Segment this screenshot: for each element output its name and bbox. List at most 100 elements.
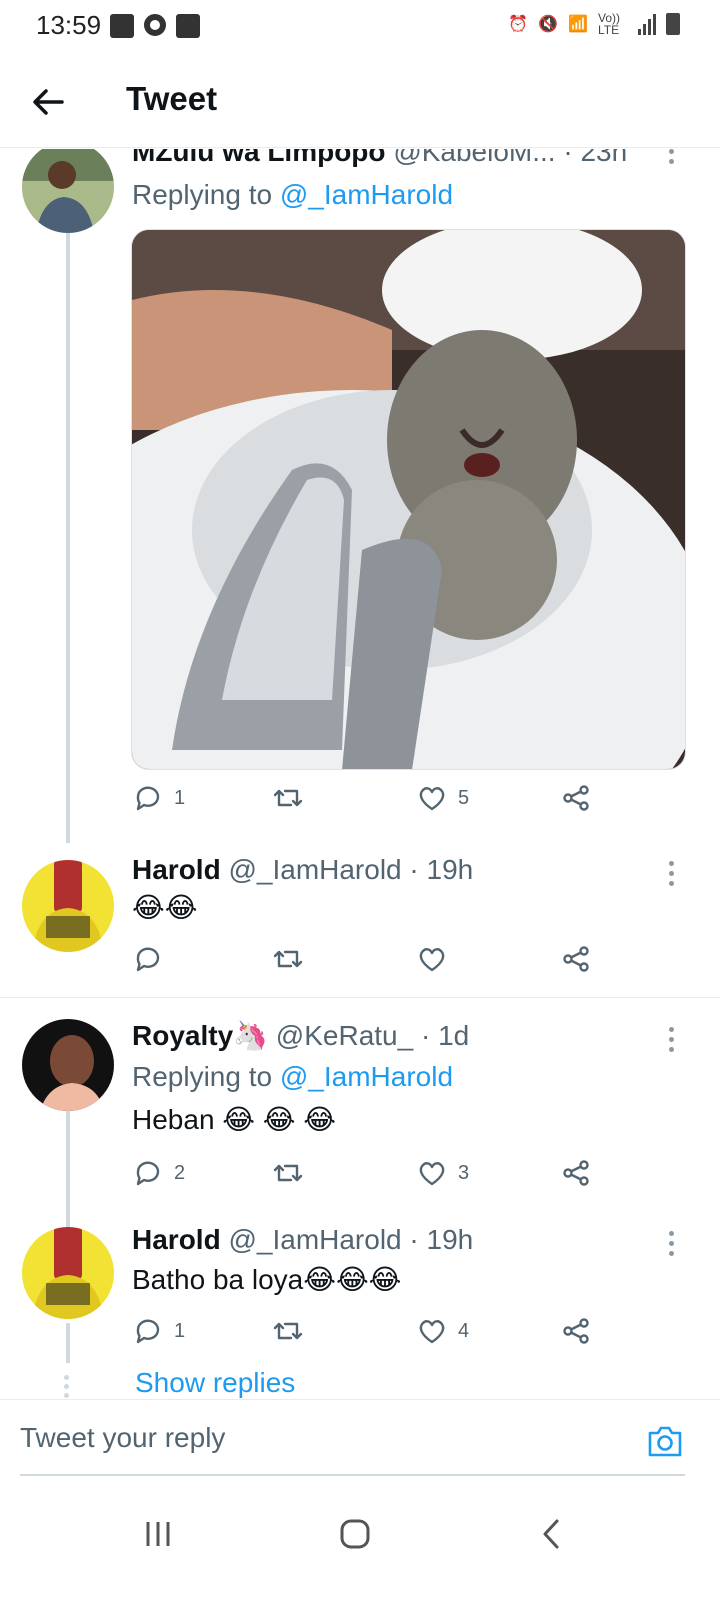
show-replies-link[interactable]: Show replies [135, 1367, 295, 1399]
status-bar: 13:59 ⏰ 🔇 📶 Vo)) LTE [0, 0, 720, 56]
retweet-icon [273, 1164, 303, 1182]
like-count: 4 [458, 1319, 470, 1342]
user-handle[interactable]: @KabeloM... [393, 149, 555, 167]
share-button[interactable] [560, 1157, 592, 1189]
retweet-button[interactable] [272, 943, 314, 975]
reply-underline [20, 1474, 685, 1476]
camera-icon[interactable] [646, 1424, 684, 1458]
tweet-actions [132, 943, 612, 983]
reply-count: 1 [174, 1319, 186, 1342]
avatar[interactable] [22, 860, 114, 952]
status-time: 13:59 [36, 10, 102, 40]
back-icon[interactable] [532, 1514, 572, 1554]
avatar[interactable] [22, 1227, 114, 1319]
page-title: Tweet [126, 80, 218, 117]
share-icon [563, 946, 589, 972]
reply-icon [136, 947, 160, 972]
tweet-time: · 19h [409, 854, 474, 885]
reply-button[interactable]: 1 [132, 782, 185, 814]
tweet-text: Heban 😂 😂 😂 [132, 1104, 336, 1135]
tweet-image[interactable] [131, 229, 686, 770]
recent-apps-icon[interactable] [138, 1514, 178, 1554]
display-name[interactable]: Harold [132, 1224, 221, 1255]
like-count: 5 [458, 786, 470, 809]
like-button[interactable]: 5 [416, 782, 469, 814]
thread-dots [64, 1375, 70, 1398]
share-button[interactable] [560, 782, 592, 814]
tweet-thread[interactable]: MZulu wa Limpopo @KabeloM... · 23h Reply… [0, 149, 720, 1399]
reply-icon [136, 786, 160, 811]
home-icon[interactable] [335, 1514, 375, 1554]
tweet-header: Harold @_IamHarold · 19h [132, 1223, 473, 1257]
share-button[interactable] [560, 943, 592, 975]
tweet-header: Harold @_IamHarold · 19h [132, 853, 473, 887]
tweet[interactable]: MZulu wa Limpopo @KabeloM... · 23h Reply… [0, 149, 720, 843]
reply-button[interactable]: 1 [132, 1315, 185, 1347]
retweet-icon [273, 1322, 303, 1340]
back-arrow-icon[interactable] [28, 82, 68, 122]
replying-prefix: Replying to [132, 179, 280, 210]
more-options-icon[interactable] [666, 1027, 676, 1057]
tweet[interactable]: Harold @_IamHarold · 19h Batho ba loya😂😂… [0, 1219, 720, 1399]
tweet-actions: 1 4 [132, 1315, 612, 1355]
more-options-icon[interactable] [666, 861, 676, 891]
like-button[interactable] [416, 943, 458, 975]
replying-to-link[interactable]: @_IamHarold [280, 1061, 453, 1092]
avatar[interactable] [22, 149, 114, 233]
heart-icon [419, 948, 445, 972]
user-handle[interactable]: @_IamHarold [228, 854, 401, 885]
avatar[interactable] [22, 1019, 114, 1111]
reply-button[interactable] [132, 943, 174, 975]
retweet-icon [273, 789, 303, 807]
replying-to: Replying to @_IamHarold [132, 1061, 453, 1093]
tweet-text: Batho ba loya😂😂😂 [132, 1264, 402, 1295]
display-name[interactable]: MZulu wa Limpopo [132, 149, 386, 167]
reply-input[interactable] [20, 1422, 580, 1454]
display-name[interactable]: Royalty🦄 [132, 1020, 268, 1051]
share-icon [563, 1160, 589, 1186]
share-icon [563, 1318, 589, 1344]
top-app-bar: Tweet [0, 56, 720, 148]
tweet-header: Royalty🦄 @KeRatu_ · 1d [132, 1019, 469, 1053]
retweet-button[interactable] [272, 1315, 314, 1347]
battery-icon [666, 13, 680, 35]
divider [0, 997, 720, 998]
reply-count: 2 [174, 1161, 186, 1184]
replying-to-link[interactable]: @_IamHarold [280, 179, 453, 210]
reply-icon [136, 1161, 160, 1186]
heart-icon [419, 787, 445, 811]
tweet[interactable]: Harold @_IamHarold · 19h 😂😂 [0, 845, 720, 995]
settings-icon [144, 14, 166, 36]
gallery-icon [110, 14, 134, 38]
display-name[interactable]: Harold [132, 854, 221, 885]
tweet-header: MZulu wa Limpopo @KabeloM... · 23h [132, 149, 627, 169]
retweet-button[interactable] [272, 782, 314, 814]
alarm-icon: ⏰ [508, 16, 529, 33]
mute-icon: 🔇 [538, 16, 559, 33]
heart-icon [419, 1162, 445, 1186]
user-handle[interactable]: @KeRatu_ [276, 1020, 413, 1051]
like-count: 3 [458, 1161, 470, 1184]
tweet-actions: 1 5 [132, 782, 612, 822]
replying-to: Replying to @_IamHarold [132, 179, 453, 211]
user-handle[interactable]: @_IamHarold [228, 1224, 401, 1255]
reply-button[interactable]: 2 [132, 1157, 185, 1189]
thread-connector [66, 1323, 70, 1363]
wifi-icon: 📶 [568, 16, 588, 33]
more-options-icon[interactable] [666, 1231, 676, 1261]
share-button[interactable] [560, 1315, 592, 1347]
share-icon [563, 785, 589, 811]
tweet[interactable]: Royalty🦄 @KeRatu_ · 1d Replying to @_Iam… [0, 1011, 720, 1241]
like-button[interactable]: 3 [416, 1157, 469, 1189]
status-system-icons: ⏰ 🔇 📶 Vo)) LTE [508, 12, 680, 36]
tweet-text: 😂😂 [132, 892, 198, 923]
tweet-actions: 2 3 [132, 1157, 612, 1197]
heart-icon [419, 1320, 445, 1344]
tweet-time: · 23h [563, 149, 628, 167]
like-button[interactable]: 4 [416, 1315, 469, 1347]
network-label: Vo)) LTE [598, 11, 621, 37]
retweet-icon [273, 950, 303, 968]
retweet-button[interactable] [272, 1157, 314, 1189]
more-options-icon[interactable] [666, 149, 676, 179]
reply-count: 1 [174, 786, 186, 809]
